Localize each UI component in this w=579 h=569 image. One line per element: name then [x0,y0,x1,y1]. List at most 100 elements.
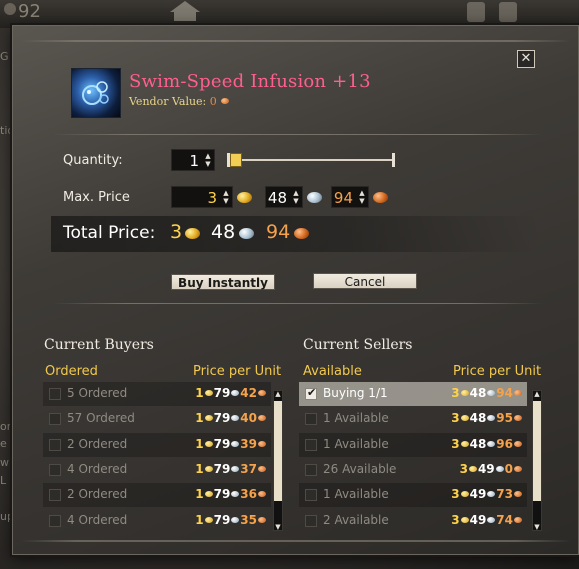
buyers-scroll-thumb[interactable] [274,401,282,501]
row-unit-price: 1 79 42 [195,386,267,400]
price-gold: 3 [459,461,468,476]
stepper-arrows-icon[interactable]: ▲ ▼ [358,189,366,205]
scroll-up-icon[interactable]: ▲ [532,390,542,398]
quantity-slider-track[interactable] [235,159,395,161]
silver-coin-icon [231,440,240,447]
buyers-ordered-header: Ordered [45,364,98,379]
row-checkbox[interactable] [49,388,61,400]
cancel-button[interactable]: Cancel [313,273,417,289]
row-checkbox[interactable] [305,438,317,451]
close-button[interactable]: ✕ [517,50,535,68]
buyer-row[interactable]: 2 Ordered 1 79 39 [43,432,271,457]
stepper-arrows-icon[interactable]: ▲ ▼ [292,189,300,205]
price-silver: 79 [213,386,231,400]
buyer-row[interactable]: 5 Ordered 1 79 42 [43,382,271,406]
quantity-slider-handle[interactable] [230,153,242,167]
copper-coin-icon [514,465,522,472]
background-edge-text: w [0,456,9,469]
gold-coin-icon [460,390,469,396]
gold-coin-icon [460,516,469,523]
price-silver: 49 [469,487,487,502]
price-gold: 1 [195,461,204,476]
current-sellers-title: Current Sellers [303,337,413,353]
buy-instantly-button[interactable]: Buy Instantly [171,274,275,290]
seller-row[interactable]: 26 Available 3 49 0 [299,458,527,482]
scroll-down-icon[interactable]: ▼ [273,523,283,531]
stepper-arrows-icon[interactable]: ▲ ▼ [204,152,212,168]
copper-coin-icon [514,440,522,447]
copper-coin-icon [514,491,522,498]
seller-row[interactable]: 1 Available 3 49 73 [299,483,527,508]
sellers-scroll-thumb[interactable] [533,401,541,501]
price-silver: 49 [477,461,495,476]
row-checkbox[interactable] [49,438,61,451]
row-checkbox[interactable] [305,489,317,502]
seller-row[interactable]: 1 Available 3 48 95 [299,407,527,431]
buyer-row[interactable]: 2 Ordered 1 79 36 [43,483,271,508]
max-price-copper-input[interactable]: 94 ▲ ▼ [331,186,369,208]
price-copper: 95 [496,411,513,426]
price-copper: 35 [240,512,257,527]
seller-row[interactable]: ✔ Buying 1/1 3 48 94 [299,382,527,406]
buyer-row[interactable]: 4 Ordered 1 79 35 [43,509,271,533]
frame-bottom-border [21,540,570,542]
gold-coin-icon [204,415,213,422]
copper-coin-icon [258,440,266,447]
row-checkbox[interactable] [305,463,317,476]
total-gold-value: 3 [170,221,183,243]
max-price-silver-input[interactable]: 48 ▲ ▼ [265,186,303,208]
max-price-gold-input[interactable]: 3 ▲ ▼ [171,186,233,208]
background-coin-stack-icon [467,2,517,22]
background-currency-count: 92 [18,1,41,22]
seller-row[interactable]: 2 Available 3 49 74 [299,509,527,533]
background-coin-icon [4,3,16,15]
buyer-row[interactable]: 4 Ordered 1 79 37 [43,458,271,482]
row-checkbox[interactable] [49,514,61,527]
price-copper: 73 [496,487,513,502]
row-quantity-label: 2 Available [323,512,389,527]
stepper-arrows-icon[interactable]: ▲ ▼ [222,189,230,205]
silver-coin-icon [487,390,496,396]
row-quantity-label: 1 Available [323,436,389,451]
row-checkbox[interactable] [49,489,61,502]
copper-coin-icon [258,465,266,472]
price-silver: 79 [213,512,231,527]
copper-coin-icon [258,516,266,523]
gold-coin-icon [237,192,252,203]
price-gold: 3 [451,487,460,502]
price-gold: 1 [195,512,204,527]
buyers-scrollbar[interactable]: ▲ ▼ [273,390,283,531]
row-checkbox[interactable] [49,413,61,426]
price-silver: 79 [213,461,231,476]
price-copper: 36 [240,487,257,502]
row-checkbox[interactable]: ✔ [305,386,317,400]
scroll-down-icon[interactable]: ▼ [532,523,542,531]
buyer-row[interactable]: 57 Ordered 1 79 40 [43,407,271,431]
gold-coin-icon [204,390,213,396]
quantity-stepper[interactable]: 1 ▲ ▼ [171,149,215,171]
price-silver: 49 [469,512,487,527]
quantity-slider-end [392,153,395,167]
background-edge-text: e [0,437,7,450]
row-checkbox[interactable] [305,413,317,426]
background-edge-text: tio [0,124,15,137]
background-edge-text: up [0,510,14,523]
silver-coin-icon [231,390,240,396]
row-checkbox[interactable] [305,514,317,527]
copper-coin-icon [221,98,230,104]
silver-coin-icon [231,415,240,422]
seller-row[interactable]: 1 Available 3 48 96 [299,432,527,457]
background-edge-text: G [0,50,9,63]
gold-coin-icon [204,465,213,472]
copper-coin-icon [514,415,522,422]
price-gold: 3 [451,436,460,451]
scroll-up-icon[interactable]: ▲ [273,390,283,398]
sellers-scrollbar[interactable]: ▲ ▼ [532,390,542,531]
row-checkbox[interactable] [49,463,61,476]
row-quantity-label: 26 Available [323,461,397,476]
gold-coin-icon [204,516,213,523]
silver-coin-icon [231,491,240,498]
vendor-value-amount: 0 [209,95,217,108]
background-edge-text: or [0,420,12,433]
price-silver: 48 [469,411,487,426]
